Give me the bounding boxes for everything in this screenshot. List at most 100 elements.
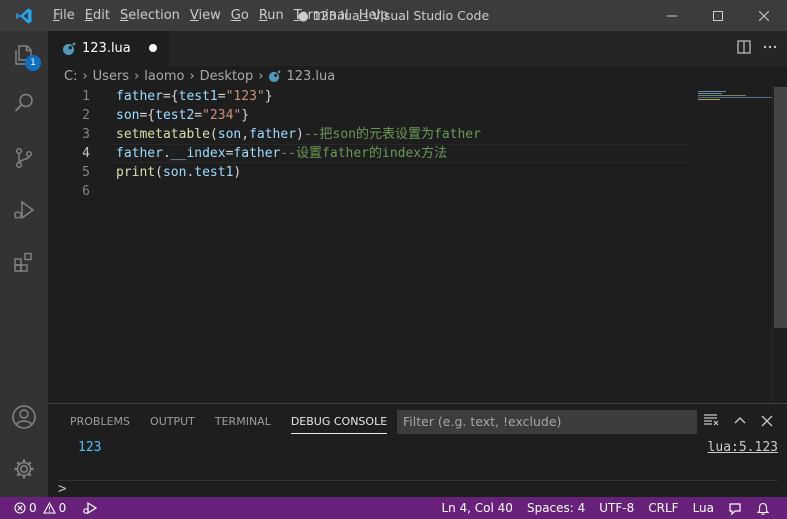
- breadcrumb-separator-icon: ›: [258, 69, 264, 84]
- line-number: 2: [82, 108, 90, 123]
- code-token: --设置father的index方法: [280, 146, 448, 161]
- warning-count: 0: [58, 501, 67, 515]
- code-token: ={: [139, 108, 156, 123]
- status-right: Ln 4, Col 40 Spaces: 4 UTF-8 CRLF Lua: [434, 497, 777, 519]
- notifications-bell-icon[interactable]: [749, 497, 777, 519]
- split-editor-icon[interactable]: [737, 39, 751, 58]
- status-bar: 0 0 Ln 4, Col 40 Spaces: 4 UTF-8 CRLF Lu…: [0, 497, 787, 519]
- maximize-panel-chevron-up-icon[interactable]: [733, 412, 747, 431]
- settings-gear-icon[interactable]: [0, 445, 48, 493]
- code-token: }: [264, 89, 273, 104]
- feedback-icon[interactable]: [721, 497, 749, 519]
- debug-launch-icon[interactable]: [82, 501, 98, 515]
- editor-scrollbar[interactable]: [772, 87, 787, 403]
- breadcrumb: C: › Users › laomo › Desktop › 123.lua: [48, 66, 787, 87]
- code-token: =: [217, 89, 226, 104]
- search-icon[interactable]: [0, 79, 48, 127]
- tab-output[interactable]: OUTPUT: [140, 404, 205, 439]
- breadcrumb-laomo[interactable]: laomo: [144, 69, 184, 84]
- cursor-position[interactable]: Ln 4, Col 40: [434, 497, 520, 519]
- scrollbar-thumb[interactable]: [774, 87, 787, 328]
- title-bar: File Edit Selection View Go Run Terminal Help ●…: [0, 0, 787, 31]
- line-number: 3: [82, 127, 90, 142]
- code-token: __index: [170, 146, 226, 161]
- menu-go[interactable]: Go: [226, 0, 254, 31]
- prompt-chevron-icon: >: [58, 481, 67, 497]
- code-editor[interactable]: 1 father={test1="123"} 2 son={test2="234"} 3…: [48, 87, 787, 403]
- extensions-icon[interactable]: [0, 238, 48, 286]
- code-token: print: [116, 165, 156, 180]
- encoding[interactable]: UTF-8: [592, 497, 641, 519]
- code-line[interactable]: 4 father.__index=father--设置father的index方法: [48, 144, 773, 163]
- code-token: ,: [241, 127, 250, 142]
- code-token: "123": [225, 89, 265, 104]
- unsaved-dot-icon[interactable]: [149, 44, 157, 52]
- panel-actions: [703, 404, 773, 439]
- code-line[interactable]: 1 father={test1="123"}: [48, 87, 773, 106]
- tab-debug-console[interactable]: DEBUG CONSOLE: [281, 404, 397, 439]
- breadcrumb-users[interactable]: Users: [93, 69, 129, 84]
- editor-tabs-bar: 123.lua: [48, 31, 787, 66]
- menu-terminal[interactable]: Terminal: [289, 0, 354, 31]
- minimize-icon[interactable]: [649, 0, 695, 31]
- console-output-value: 123: [78, 440, 102, 455]
- menu-selection[interactable]: Selection: [115, 0, 185, 31]
- close-panel-icon[interactable]: [761, 412, 773, 431]
- code-token: ): [296, 127, 304, 142]
- menu-file[interactable]: File: [48, 0, 80, 31]
- source-control-icon[interactable]: [0, 134, 48, 182]
- menu-bar: File Edit Selection View Go Run Terminal Help: [48, 0, 393, 31]
- line-number: 6: [82, 184, 90, 199]
- code-token: --把son的元表设置为father: [303, 127, 481, 142]
- breadcrumb-desktop[interactable]: Desktop: [200, 69, 254, 84]
- line-number: 1: [82, 89, 90, 104]
- code-token: son: [162, 165, 187, 180]
- code-token: test1: [194, 165, 234, 180]
- tab-problems[interactable]: PROBLEMS: [60, 404, 140, 439]
- code-token: father: [233, 146, 281, 161]
- more-actions-icon[interactable]: [763, 39, 777, 58]
- code-token: son: [217, 127, 242, 142]
- code-token: =: [194, 108, 203, 123]
- code-text: father.__index=father--设置father的index方法: [116, 144, 447, 163]
- problems-status[interactable]: 0 0: [14, 501, 66, 515]
- menu-edit[interactable]: Edit: [80, 0, 115, 31]
- lua-file-icon: [62, 42, 76, 56]
- indentation[interactable]: Spaces: 4: [520, 497, 592, 519]
- error-icon: [14, 502, 26, 514]
- code-line[interactable]: 3 setmetatable(son,father)--把son的元表设置为fat…: [48, 125, 773, 144]
- code-text: son={test2="234"}: [116, 106, 249, 125]
- code-token: son: [116, 108, 140, 123]
- code-token: ={: [162, 89, 179, 104]
- debug-console-filter-input[interactable]: Filter (e.g. text, !exclude): [397, 410, 697, 434]
- language-mode[interactable]: Lua: [686, 497, 721, 519]
- code-line[interactable]: 2 son={test2="234"}: [48, 106, 773, 125]
- code-line[interactable]: 6: [48, 182, 773, 201]
- menu-run[interactable]: Run: [254, 0, 289, 31]
- menu-help[interactable]: Help: [354, 0, 394, 31]
- breadcrumb-drive[interactable]: C:: [64, 69, 77, 84]
- maximize-icon[interactable]: [695, 0, 741, 31]
- code-text: print(son.test1): [116, 163, 241, 182]
- close-window-icon[interactable]: [741, 0, 787, 31]
- menu-view[interactable]: View: [185, 0, 226, 31]
- code-line[interactable]: 5 print(son.test1): [48, 163, 773, 182]
- minimap[interactable]: [698, 87, 773, 403]
- line-number: 4: [82, 146, 90, 161]
- explorer-badge: 1: [25, 55, 41, 71]
- code-token: test1: [178, 89, 218, 104]
- window-controls: [649, 0, 787, 31]
- end-of-line[interactable]: CRLF: [641, 497, 685, 519]
- code-token: (: [155, 165, 163, 180]
- tab-terminal[interactable]: TERMINAL: [205, 404, 281, 439]
- console-source-link[interactable]: lua:5.123: [708, 440, 778, 455]
- tab-label: 123.lua: [82, 41, 131, 56]
- run-debug-icon[interactable]: [0, 186, 48, 234]
- breadcrumb-file[interactable]: 123.lua: [286, 69, 335, 84]
- tab-123-lua[interactable]: 123.lua: [48, 31, 169, 66]
- explorer-icon[interactable]: 1: [0, 31, 48, 79]
- code-token: "234": [202, 108, 242, 123]
- account-icon[interactable]: [0, 393, 48, 441]
- activity-bar: 1: [0, 31, 48, 497]
- clear-console-icon[interactable]: [703, 412, 719, 431]
